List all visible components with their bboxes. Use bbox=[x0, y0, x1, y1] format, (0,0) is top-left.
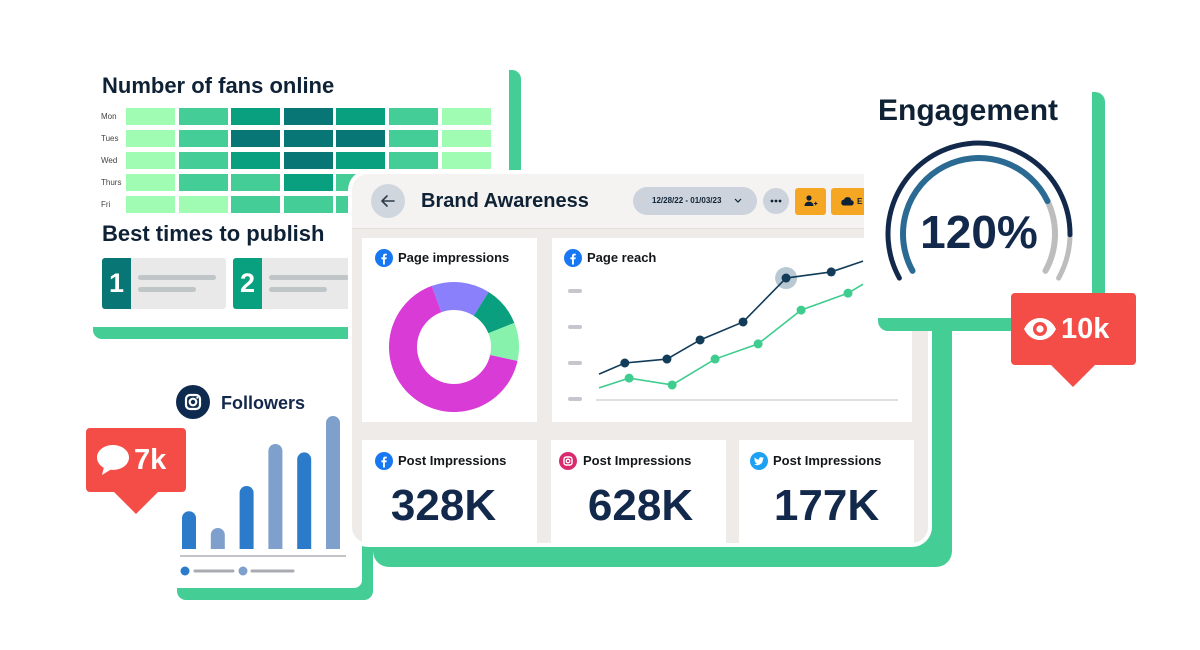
stat-value: 628K bbox=[587, 481, 694, 530]
heatmap-cell bbox=[231, 130, 281, 147]
heatmap-cell bbox=[231, 196, 281, 213]
page-reach-title: Page reach bbox=[587, 250, 657, 265]
heatmap-cell bbox=[178, 196, 228, 213]
add-user-icon bbox=[804, 195, 818, 206]
heatmap-cell bbox=[126, 152, 175, 169]
export-button-label: E bbox=[857, 197, 863, 206]
heatmap-cell bbox=[178, 152, 228, 169]
engagement-title: Engagement bbox=[878, 94, 1059, 127]
cloud-icon bbox=[841, 197, 854, 206]
views-badge: 10k bbox=[1011, 293, 1136, 365]
facebook-icon bbox=[564, 249, 582, 267]
stat-label: Post Impressions bbox=[398, 453, 507, 468]
placeholder-line bbox=[138, 287, 196, 292]
eye-icon bbox=[1024, 318, 1056, 340]
add-user-button[interactable] bbox=[795, 188, 826, 215]
fans-card-title: Number of fans online bbox=[102, 73, 335, 98]
heatmap-cell bbox=[389, 130, 438, 147]
publish-slot-2[interactable]: 2 bbox=[233, 258, 357, 309]
publish-card-title: Best times to publish bbox=[102, 221, 325, 246]
heatmap-cell bbox=[126, 174, 175, 191]
heatmap-cell bbox=[336, 152, 386, 169]
stat-value: 328K bbox=[390, 481, 497, 530]
twitter-icon bbox=[750, 452, 768, 470]
placeholder-line bbox=[269, 287, 327, 292]
instagram-icon bbox=[559, 452, 577, 470]
comments-count: 7k bbox=[134, 444, 167, 476]
heatmap-cell bbox=[336, 108, 386, 125]
facebook-icon bbox=[375, 452, 393, 470]
instagram-icon bbox=[176, 385, 210, 419]
views-badge-pointer bbox=[1051, 365, 1095, 387]
heatmap-cell bbox=[231, 174, 281, 191]
heatmap-cell bbox=[389, 152, 438, 169]
heatmap-cell bbox=[441, 108, 491, 125]
date-range-picker[interactable]: 12/28/22 - 01/03/23 bbox=[633, 187, 757, 215]
stat-label: Post Impressions bbox=[773, 453, 882, 468]
heatmap-cell bbox=[283, 130, 333, 147]
dashboard-title: Brand Awareness bbox=[421, 190, 589, 212]
speech-bubble-icon bbox=[97, 445, 129, 475]
back-button[interactable] bbox=[371, 184, 405, 218]
heatmap-row-label: Thurs bbox=[101, 178, 122, 187]
more-options-button[interactable] bbox=[763, 188, 789, 214]
heatmap-cell bbox=[336, 130, 386, 147]
heatmap-cell bbox=[178, 108, 228, 125]
heatmap-cell bbox=[283, 174, 333, 191]
followers-title: Followers bbox=[221, 393, 306, 413]
heatmap-cell bbox=[283, 108, 333, 125]
fans-heatmap bbox=[0, 0, 491, 213]
comments-badge: 7k bbox=[86, 428, 186, 492]
heatmap-cell bbox=[178, 130, 228, 147]
placeholder-line bbox=[138, 275, 216, 280]
heatmap-row-label: Fri bbox=[101, 200, 111, 209]
heatmap-cell bbox=[231, 152, 281, 169]
heatmap-cell bbox=[441, 130, 491, 147]
marketing-dashboard-illustration: Number of fans online Mon Tues Wed Thurs… bbox=[0, 0, 1200, 650]
facebook-icon bbox=[375, 249, 393, 267]
views-count: 10k bbox=[1061, 313, 1110, 345]
heatmap-cell bbox=[283, 196, 333, 213]
chevron-down-icon bbox=[734, 198, 742, 203]
heatmap-cell bbox=[231, 108, 281, 125]
publish-rank: 1 bbox=[102, 258, 131, 309]
arrow-left-icon bbox=[381, 195, 395, 207]
heatmap-cell bbox=[126, 108, 175, 125]
heatmap-row-label: Tues bbox=[101, 134, 119, 143]
placeholder-line bbox=[269, 275, 349, 280]
ellipsis-icon bbox=[770, 199, 782, 203]
comments-badge-pointer bbox=[114, 492, 158, 514]
stat-value: 177K bbox=[773, 481, 880, 530]
publish-rank: 2 bbox=[233, 258, 262, 309]
heatmap-cell bbox=[441, 152, 491, 169]
date-range-text: 12/28/22 - 01/03/23 bbox=[652, 196, 722, 205]
heatmap-cell bbox=[178, 174, 228, 191]
publish-slot-1[interactable]: 1 bbox=[102, 258, 226, 309]
heatmap-row-label: Mon bbox=[101, 112, 117, 121]
heatmap-cell bbox=[283, 152, 333, 169]
stat-label: Post Impressions bbox=[583, 453, 692, 468]
heatmap-cell bbox=[126, 196, 175, 213]
engagement-card bbox=[864, 30, 1092, 318]
heatmap-row-label: Wed bbox=[101, 156, 118, 165]
heatmap-cell bbox=[126, 130, 175, 147]
page-impressions-title: Page impressions bbox=[398, 250, 510, 265]
heatmap-cell bbox=[389, 108, 438, 125]
engagement-value: 120% bbox=[920, 206, 1038, 258]
